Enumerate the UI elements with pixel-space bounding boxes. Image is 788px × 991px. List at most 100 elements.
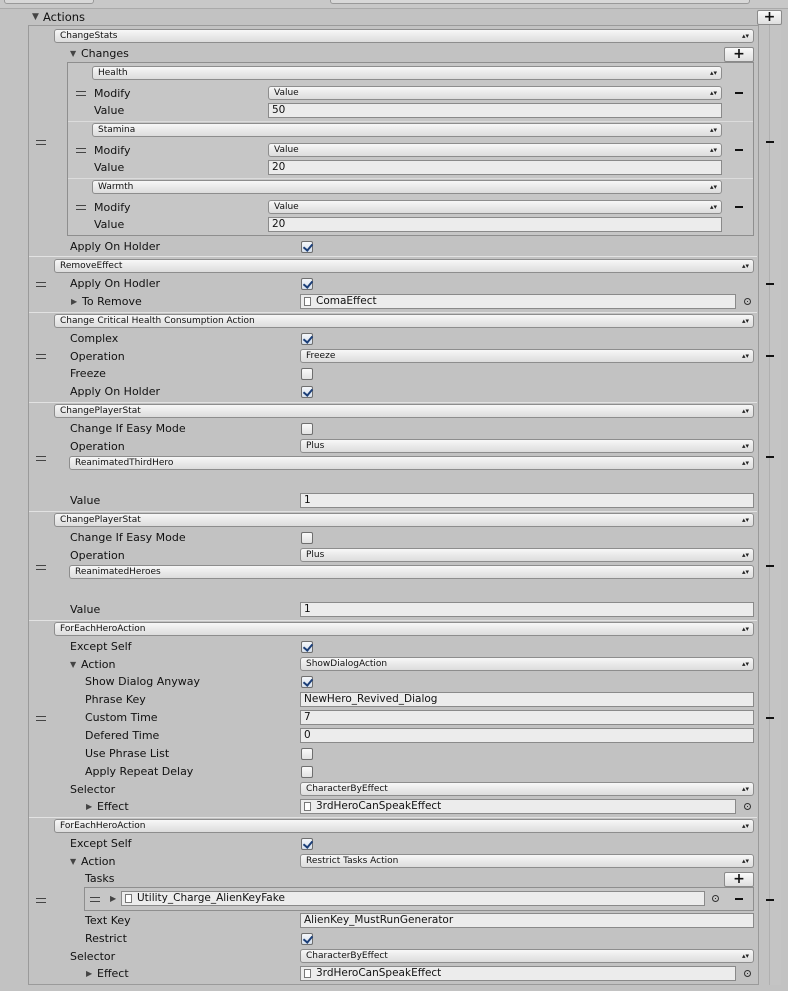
scrollbar[interactable]: [769, 10, 781, 985]
remove-task-button[interactable]: [735, 898, 743, 900]
drag-handle[interactable]: [36, 565, 46, 570]
text-key-label: Text Key: [85, 914, 131, 927]
stat-dropdown[interactable]: Warmth ▴▾: [92, 180, 722, 194]
to-remove-object-field[interactable]: ComaEffect: [300, 294, 736, 309]
except-self-checkbox[interactable]: [301, 641, 313, 653]
object-picker-icon[interactable]: [712, 895, 719, 902]
task-object-field[interactable]: Utility_Charge_AlienKeyFake: [121, 891, 705, 906]
add-action-button[interactable]: +: [757, 10, 782, 25]
modify-dropdown[interactable]: Value ▴▾: [268, 143, 722, 157]
to-remove-foldout-arrow[interactable]: ▶: [71, 295, 77, 309]
remove-change-button[interactable]: [735, 92, 743, 94]
value-field[interactable]: 50: [268, 103, 722, 118]
document-icon: [304, 802, 311, 811]
operation-dropdown[interactable]: Plus ▴▾: [300, 439, 754, 453]
drag-handle[interactable]: [36, 282, 46, 287]
element-type-dropdown[interactable]: ForEachHeroAction ▴▾: [54, 819, 754, 833]
object-picker-icon[interactable]: [744, 970, 751, 977]
tasks-label: Tasks: [85, 872, 115, 885]
drag-handle[interactable]: [76, 148, 86, 153]
remove-change-button[interactable]: [735, 206, 743, 208]
element-type-dropdown[interactable]: ForEachHeroAction ▴▾: [54, 622, 754, 636]
apply-on-hodler-checkbox[interactable]: [301, 278, 313, 290]
add-change-button[interactable]: +: [724, 47, 754, 62]
value-field[interactable]: 20: [268, 217, 722, 232]
phrase-key-field[interactable]: NewHero_Revived_Dialog: [300, 692, 754, 707]
change-if-easy-mode-checkbox[interactable]: [301, 423, 313, 435]
remove-element-button[interactable]: [766, 717, 774, 719]
remove-element-button[interactable]: [766, 899, 774, 901]
element-type-dropdown[interactable]: ChangeStats ▴▾: [54, 29, 754, 43]
player-stat-dropdown[interactable]: ReanimatedThirdHero ▴▾: [69, 456, 754, 470]
object-picker-icon[interactable]: [744, 298, 751, 305]
complex-checkbox[interactable]: [301, 333, 313, 345]
changes-foldout-arrow[interactable]: ▼: [70, 47, 76, 61]
element-separator: [29, 511, 757, 512]
show-dialog-anyway-checkbox[interactable]: [301, 676, 313, 688]
remove-change-button[interactable]: [735, 149, 743, 151]
modify-dropdown[interactable]: Value ▴▾: [268, 86, 722, 100]
action-foldout-arrow[interactable]: ▼: [70, 658, 76, 672]
value-field[interactable]: 20: [268, 160, 722, 175]
selector-label: Selector: [70, 950, 116, 963]
element-separator: [29, 402, 757, 403]
remove-element-button[interactable]: [766, 141, 774, 143]
element-type-dropdown[interactable]: RemoveEffect ▴▾: [54, 259, 754, 273]
drag-handle[interactable]: [76, 205, 86, 210]
action-foldout-arrow[interactable]: ▼: [70, 855, 76, 869]
remove-element-button[interactable]: [766, 283, 774, 285]
action-dropdown[interactable]: Restrict Tasks Action ▴▾: [300, 854, 754, 868]
operation-dropdown[interactable]: Plus ▴▾: [300, 548, 754, 562]
drag-handle[interactable]: [36, 898, 46, 903]
drag-handle[interactable]: [76, 91, 86, 96]
except-self-checkbox[interactable]: [301, 838, 313, 850]
task-foldout-arrow[interactable]: ▶: [110, 892, 116, 906]
object-picker-icon[interactable]: [744, 803, 751, 810]
remove-element-button[interactable]: [766, 565, 774, 567]
phrase-key-label: Phrase Key: [85, 693, 146, 706]
modify-dropdown[interactable]: Value ▴▾: [268, 200, 722, 214]
drag-handle[interactable]: [90, 897, 100, 902]
value-field[interactable]: 1: [300, 493, 754, 508]
effect-object-field[interactable]: 3rdHeroCanSpeakEffect: [300, 799, 736, 814]
stat-dropdown[interactable]: Health ▴▾: [92, 66, 722, 80]
element-separator: [29, 817, 757, 818]
element-type-dropdown[interactable]: Change Critical Health Consumption Actio…: [54, 314, 754, 328]
remove-element-button[interactable]: [766, 355, 774, 357]
freeze-checkbox[interactable]: [301, 368, 313, 380]
player-stat-dropdown[interactable]: ReanimatedHeroes ▴▾: [69, 565, 754, 579]
remove-element-button[interactable]: [766, 456, 774, 458]
component-field[interactable]: [330, 0, 750, 4]
actions-foldout-arrow[interactable]: ▼: [32, 10, 39, 24]
defered-time-field[interactable]: 0: [300, 728, 754, 743]
stat-dropdown[interactable]: Stamina ▴▾: [92, 123, 722, 137]
drag-handle[interactable]: [36, 354, 46, 359]
effect-foldout-arrow[interactable]: ▶: [86, 800, 92, 814]
apply-repeat-delay-checkbox[interactable]: [301, 766, 313, 778]
use-phrase-list-checkbox[interactable]: [301, 748, 313, 760]
add-task-button[interactable]: +: [724, 872, 754, 887]
drag-handle[interactable]: [36, 456, 46, 461]
restrict-checkbox[interactable]: [301, 933, 313, 945]
action-dropdown[interactable]: ShowDialogAction ▴▾: [300, 657, 754, 671]
change-if-easy-mode-checkbox[interactable]: [301, 532, 313, 544]
apply-on-holder-checkbox[interactable]: [301, 386, 313, 398]
text-key-field[interactable]: AlienKey_MustRunGenerator: [300, 913, 754, 928]
element-type-dropdown[interactable]: ChangePlayerStat ▴▾: [54, 513, 754, 527]
value-field[interactable]: 1: [300, 602, 754, 617]
selector-dropdown[interactable]: CharacterByEffect ▴▾: [300, 949, 754, 963]
operation-label: Operation: [70, 549, 125, 562]
selector-dropdown[interactable]: CharacterByEffect ▴▾: [300, 782, 754, 796]
drag-handle[interactable]: [36, 716, 46, 721]
apply-on-holder-checkbox[interactable]: [301, 241, 313, 253]
operation-dropdown[interactable]: Freeze ▴▾: [300, 349, 754, 363]
changes-label: Changes: [81, 47, 129, 60]
custom-time-field[interactable]: 7: [300, 710, 754, 725]
post-action-header: [4, 0, 94, 4]
drag-handle[interactable]: [36, 140, 46, 145]
defered-time-label: Defered Time: [85, 729, 160, 742]
effect-object-field[interactable]: 3rdHeroCanSpeakEffect: [300, 966, 736, 981]
effect-foldout-arrow[interactable]: ▶: [86, 967, 92, 981]
element-type-dropdown[interactable]: ChangePlayerStat ▴▾: [54, 404, 754, 418]
document-icon: [125, 894, 132, 903]
